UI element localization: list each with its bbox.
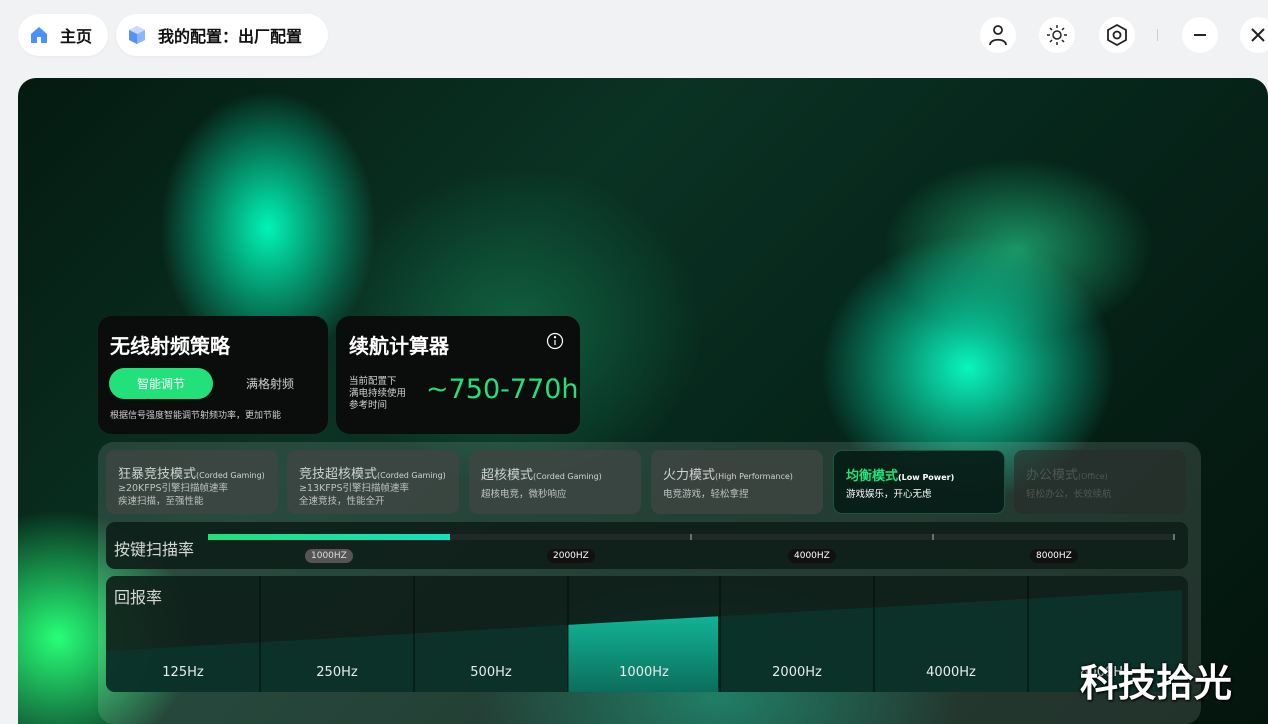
scan-option-2000[interactable]: 2000HZ (547, 549, 595, 563)
config-tab[interactable]: 我的配置：出厂配置 (116, 14, 328, 56)
mode-title: 狂暴竞技模式(Corded Gaming) (118, 467, 265, 482)
report-option-500[interactable]: 500Hz (414, 622, 568, 692)
rf-title: 无线射频策略 (110, 334, 230, 358)
mode-desc: ≥13KFPS引擎扫描帧速率 (299, 483, 410, 494)
config-label: 我的配置：出厂配置 (158, 27, 303, 46)
mode-card-competitive-hypercore[interactable]: 竞技超核模式(Corded Gaming) ≥13KFPS引擎扫描帧速率 全速竞… (287, 450, 459, 514)
battery-calculator-card: 续航计算器 当前配置下 满电持续使用 参考时间 ~750-770h (336, 316, 580, 434)
rf-description: 根据信号强度智能调节射频功率，更加节能 (110, 411, 282, 421)
close-button[interactable] (1240, 17, 1268, 53)
report-rate-panel: 回报率 125Hz 250Hz 500Hz 1000Hz 2000Hz 4000… (106, 576, 1188, 692)
brightness-button[interactable] (1039, 17, 1075, 53)
mode-title: 超核模式(Corded Gaming) (481, 468, 602, 483)
user-button[interactable] (980, 17, 1016, 53)
mode-desc: 轻松办公，长效续航 (1026, 489, 1112, 500)
battery-value: ~750-770h (426, 374, 579, 405)
title-bar: 主页 我的配置：出厂配置 (0, 0, 1268, 78)
close-icon (1251, 28, 1265, 42)
mode-desc: 超核电竞，微秒响应 (481, 489, 567, 500)
report-option-2000[interactable]: 2000Hz (720, 622, 874, 692)
scan-rate-tick (1173, 534, 1175, 540)
mode-desc: 全速竞技，性能全开 (299, 496, 385, 507)
smart-adjust-button[interactable]: 智能调节 (109, 368, 213, 399)
mode-desc: 电竞游戏，轻松拿捏 (663, 489, 749, 500)
watermark-text: 科技拾光 (1080, 661, 1233, 705)
mode-card-firepower[interactable]: 火力模式(High Performance) 电竞游戏，轻松拿捏 (651, 450, 823, 514)
info-icon[interactable] (546, 332, 564, 354)
report-option-4000[interactable]: 4000Hz (874, 622, 1028, 692)
toolbar-divider (1157, 29, 1158, 41)
full-power-button[interactable]: 满格射频 (222, 368, 318, 399)
scan-rate-tick (690, 534, 692, 540)
mode-title: 竞技超核模式(Corded Gaming) (299, 467, 446, 482)
battery-title: 续航计算器 (349, 334, 449, 358)
device-stage: 无线射频策略 智能调节 满格射频 根据信号强度智能调节射频功率，更加节能 续航计… (18, 78, 1268, 724)
scan-rate-panel: 按键扫描率 1000HZ 2000HZ 4000HZ 8000HZ (106, 522, 1188, 569)
mode-title: 均衡模式(Low Power) (846, 469, 955, 484)
report-option-125[interactable]: 125Hz (106, 622, 260, 692)
performance-panel: 狂暴竞技模式(Corded Gaming) ≥20KFPS引擎扫描帧速率 疾速扫… (98, 442, 1201, 724)
scan-rate-label: 按键扫描率 (114, 540, 195, 559)
rf-strategy-card: 无线射频策略 智能调节 满格射频 根据信号强度智能调节射频功率，更加节能 (98, 316, 328, 434)
mode-card-office: 办公模式(Office) 轻松办公，长效续航 (1014, 450, 1186, 514)
scan-rate-tick (932, 534, 934, 540)
scan-option-8000[interactable]: 8000HZ (1030, 549, 1078, 563)
minimize-button[interactable] (1182, 17, 1218, 53)
scan-option-4000[interactable]: 4000HZ (788, 549, 836, 563)
report-option-1000[interactable]: 1000Hz (568, 622, 720, 692)
mode-desc: ≥20KFPS引擎扫描帧速率 (118, 483, 229, 494)
battery-caption-line: 当前配置下 (349, 376, 397, 387)
battery-caption-line: 满电持续使用 (349, 388, 407, 399)
mode-card-hypercore[interactable]: 超核模式(Corded Gaming) 超核电竞，微秒响应 (469, 450, 641, 514)
report-option-250[interactable]: 250Hz (260, 622, 414, 692)
mode-desc: 游戏娱乐，开心无虑 (846, 489, 932, 500)
home-icon (28, 24, 50, 46)
mode-card-balanced[interactable]: 均衡模式(Low Power) 游戏娱乐，开心无虑 (833, 450, 1005, 514)
scan-rate-fill (208, 534, 450, 540)
battery-caption: 当前配置下 满电持续使用 参考时间 (349, 376, 406, 412)
cube-icon (126, 24, 148, 46)
mode-title: 火力模式(High Performance) (663, 468, 793, 483)
settings-button[interactable] (1099, 17, 1135, 53)
mode-desc: 疾速扫描，至强性能 (118, 496, 204, 507)
mode-title: 办公模式(Office) (1026, 468, 1108, 483)
home-tab[interactable]: 主页 (18, 14, 108, 56)
minimize-icon (1194, 34, 1206, 36)
user-icon (989, 25, 1007, 46)
hexagon-settings-icon (1107, 23, 1127, 47)
scan-option-1000[interactable]: 1000HZ (305, 549, 353, 563)
home-label: 主页 (60, 27, 93, 46)
battery-caption-line: 参考时间 (349, 400, 388, 411)
sun-icon (1047, 25, 1067, 45)
mode-card-frenzy[interactable]: 狂暴竞技模式(Corded Gaming) ≥20KFPS引擎扫描帧速率 疾速扫… (106, 450, 278, 514)
